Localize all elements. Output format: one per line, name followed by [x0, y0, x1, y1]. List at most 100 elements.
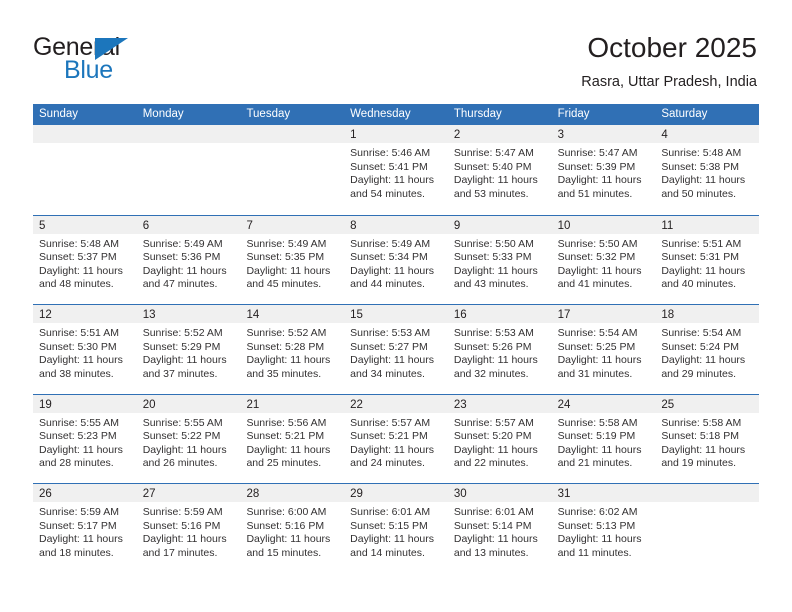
day-number-band: 28: [240, 484, 345, 502]
calendar-day-cell[interactable]: 2 Sunrise: 5:47 AM Sunset: 5:40 PM Daylight…: [447, 125, 552, 215]
day-detail-line: Daylight: 11 hours: [557, 443, 642, 456]
day-details: Sunrise: 5:58 AM Sunset: 5:19 PM Daylight:…: [552, 413, 656, 471]
weekday-header-monday: Monday: [142, 108, 184, 120]
day-detail-line: and 18 minutes.: [39, 546, 114, 559]
day-detail-line: Daylight: 11 hours: [39, 533, 123, 545]
day-details: Sunrise: 5:47 AM Sunset: 5:40 PM Daylight:…: [448, 143, 552, 201]
day-number: 15: [350, 309, 363, 321]
day-number: 17: [557, 309, 571, 321]
calendar-day-cell[interactable]: 27 Sunrise: 5:59 AM Sunset: 5:16 PM Dayligh…: [136, 484, 241, 573]
logo-text-blue: Blue: [64, 56, 113, 84]
calendar-day-cell[interactable]: 16 Sunrise: 5:53 AM Sunset: 5:26 PM Dayligh…: [447, 305, 552, 394]
day-detail-line: and 26 minutes.: [142, 457, 218, 469]
day-detail-line: Sunset: 5:36 PM: [142, 251, 221, 263]
day-detail-line: Daylight: 11 hours: [246, 443, 331, 456]
day-detail-line: Sunrise: 5:54 AM: [661, 327, 742, 339]
day-detail-line: Sunset: 5:13 PM: [557, 519, 636, 532]
day-detail-line: and 44 minutes.: [350, 278, 425, 290]
calendar-day-cell[interactable]: 11 Sunrise: 5:51 AM Sunset: 5:31 PM Dayligh…: [655, 215, 760, 304]
day-detail-line: Daylight: 11 hours: [557, 533, 642, 545]
calendar-day-cell[interactable]: 30 Sunrise: 6:01 AM Sunset: 5:14 PM Dayligh…: [447, 484, 552, 573]
calendar-day-cell[interactable]: 19 Sunrise: 5:55 AM Sunset: 5:23 PM Dayligh…: [33, 394, 137, 483]
day-detail-line: Sunrise: 5:59 AM: [39, 506, 119, 518]
calendar-day-cell[interactable]: 1 Sunrise: 5:46 AM Sunset: 5:41 PM Daylight…: [344, 125, 448, 215]
day-detail-line: Sunset: 5:40 PM: [453, 160, 532, 173]
day-detail-line: and 32 minutes.: [453, 367, 529, 380]
day-number: 28: [246, 488, 260, 500]
day-number: 5: [39, 219, 46, 232]
general-blue-logo[interactable]: General Blue: [33, 33, 213, 85]
calendar-day-cell[interactable]: 17 Sunrise: 5:54 AM Sunset: 5:25 PM Dayligh…: [551, 305, 656, 394]
calendar-day-cell[interactable]: 12 Sunrise: 5:51 AM Sunset: 5:30 PM Dayligh…: [33, 305, 137, 394]
day-detail-line: Daylight: 11 hours: [39, 264, 123, 277]
calendar-day-cell[interactable]: 21 Sunrise: 5:56 AM Sunset: 5:21 PM Dayligh…: [240, 394, 345, 483]
day-detail-line: and 29 minutes.: [661, 367, 737, 380]
day-detail-line: and 11 minutes.: [557, 546, 632, 559]
day-number-band: 4: [655, 125, 760, 143]
day-detail-line: Daylight: 11 hours: [246, 264, 331, 277]
calendar-day-cell[interactable]: 14 Sunrise: 5:52 AM Sunset: 5:28 PM Dayligh…: [240, 305, 345, 394]
day-detail-line: Sunrise: 5:54 AM: [557, 327, 638, 339]
calendar-day-cell[interactable]: 3 Sunrise: 5:47 AM Sunset: 5:39 PM Daylight…: [551, 125, 656, 215]
calendar-cell-empty: [655, 484, 760, 573]
day-detail-line: Sunset: 5:21 PM: [246, 430, 325, 442]
day-detail-line: Sunrise: 5:58 AM: [661, 416, 742, 429]
day-number: 30: [453, 488, 467, 500]
calendar-day-cell[interactable]: 29 Sunrise: 6:01 AM Sunset: 5:15 PM Dayligh…: [344, 484, 448, 573]
day-detail-line: Sunset: 5:14 PM: [453, 519, 532, 532]
day-number-band: 21: [240, 394, 345, 413]
day-number-band: 3: [551, 125, 656, 143]
day-number-band: 22: [344, 394, 448, 413]
day-detail-line: and 47 minutes.: [142, 278, 218, 290]
day-details: Sunrise: 5:50 AM Sunset: 5:32 PM Daylight:…: [552, 234, 656, 292]
weekday-header-row: Sunday Monday Tuesday Wednesday Thursday Frid…: [33, 104, 759, 125]
day-number-band: [655, 484, 760, 502]
day-detail-line: Daylight: 11 hours: [39, 354, 123, 366]
day-detail-line: Sunrise: 5:48 AM: [661, 147, 742, 159]
calendar-day-cell[interactable]: 5 Sunrise: 5:48 AM Sunset: 5:37 PM Daylight…: [33, 215, 137, 304]
day-detail-line: Sunrise: 5:52 AM: [246, 327, 327, 339]
day-detail-line: and 50 minutes.: [661, 187, 737, 200]
day-detail-line: Sunset: 5:26 PM: [453, 340, 532, 353]
day-number-band: 6: [136, 215, 241, 234]
day-number-band: 31: [551, 484, 656, 502]
day-detail-line: Sunrise: 5:51 AM: [39, 327, 119, 339]
calendar-day-cell[interactable]: 31 Sunrise: 6:02 AM Sunset: 5:13 PM Dayligh…: [551, 484, 656, 573]
day-details: Sunrise: 6:02 AM Sunset: 5:13 PM Daylight:…: [552, 502, 656, 560]
calendar-day-cell[interactable]: 23 Sunrise: 5:57 AM Sunset: 5:20 PM Dayligh…: [447, 394, 552, 483]
calendar-day-cell[interactable]: 8 Sunrise: 5:49 AM Sunset: 5:34 PM Daylight…: [344, 215, 448, 304]
day-detail-line: Sunset: 5:39 PM: [557, 160, 636, 173]
calendar-day-cell[interactable]: 25 Sunrise: 5:58 AM Sunset: 5:18 PM Dayligh…: [655, 394, 760, 483]
day-details: Sunrise: 5:49 AM Sunset: 5:34 PM Daylight:…: [344, 234, 448, 292]
calendar-day-cell[interactable]: 6 Sunrise: 5:49 AM Sunset: 5:36 PM Daylight…: [136, 215, 241, 304]
day-detail-line: Daylight: 11 hours: [557, 174, 642, 186]
calendar-day-cell[interactable]: 28 Sunrise: 6:00 AM Sunset: 5:16 PM Dayligh…: [240, 484, 345, 573]
calendar-day-cell[interactable]: 18 Sunrise: 5:54 AM Sunset: 5:24 PM Dayligh…: [655, 305, 760, 394]
day-number: 27: [142, 488, 156, 500]
calendar-day-cell[interactable]: 4 Sunrise: 5:48 AM Sunset: 5:38 PM Daylight…: [655, 125, 760, 215]
day-number-band: 23: [447, 394, 552, 413]
calendar-day-cell[interactable]: 24 Sunrise: 5:58 AM Sunset: 5:19 PM Dayligh…: [551, 394, 656, 483]
day-detail-line: Daylight: 11 hours: [350, 264, 435, 277]
day-number: 22: [350, 398, 363, 411]
day-number: 29: [350, 488, 363, 500]
day-number-band: 14: [240, 305, 345, 323]
day-detail-line: Daylight: 11 hours: [661, 264, 746, 277]
calendar-day-cell[interactable]: 13 Sunrise: 5:52 AM Sunset: 5:29 PM Dayligh…: [136, 305, 241, 394]
calendar-day-cell[interactable]: 9 Sunrise: 5:50 AM Sunset: 5:33 PM Daylight…: [447, 215, 552, 304]
calendar-day-cell[interactable]: 7 Sunrise: 5:49 AM Sunset: 5:35 PM Daylight…: [240, 215, 345, 304]
calendar-day-cell[interactable]: 20 Sunrise: 5:55 AM Sunset: 5:22 PM Dayligh…: [136, 394, 241, 483]
calendar-day-cell[interactable]: 10 Sunrise: 5:50 AM Sunset: 5:32 PM Dayligh…: [551, 215, 656, 304]
day-detail-line: Sunset: 5:37 PM: [39, 251, 117, 263]
calendar-day-cell[interactable]: 15 Sunrise: 5:53 AM Sunset: 5:27 PM Dayligh…: [344, 305, 448, 394]
day-number: 7: [246, 219, 253, 232]
day-detail-line: Sunset: 5:35 PM: [246, 251, 325, 263]
day-detail-line: and 19 minutes.: [661, 457, 737, 469]
day-number-band: 17: [551, 305, 656, 323]
weekday-header-tuesday: Tuesday: [246, 108, 291, 120]
calendar-day-cell[interactable]: 22 Sunrise: 5:57 AM Sunset: 5:21 PM Dayligh…: [344, 394, 448, 483]
calendar-day-cell[interactable]: 26 Sunrise: 5:59 AM Sunset: 5:17 PM Dayligh…: [33, 484, 137, 573]
day-details: Sunrise: 5:53 AM Sunset: 5:27 PM Daylight:…: [344, 323, 448, 381]
weekday-header-thursday: Thursday: [453, 108, 502, 120]
day-number: 2: [453, 129, 461, 141]
